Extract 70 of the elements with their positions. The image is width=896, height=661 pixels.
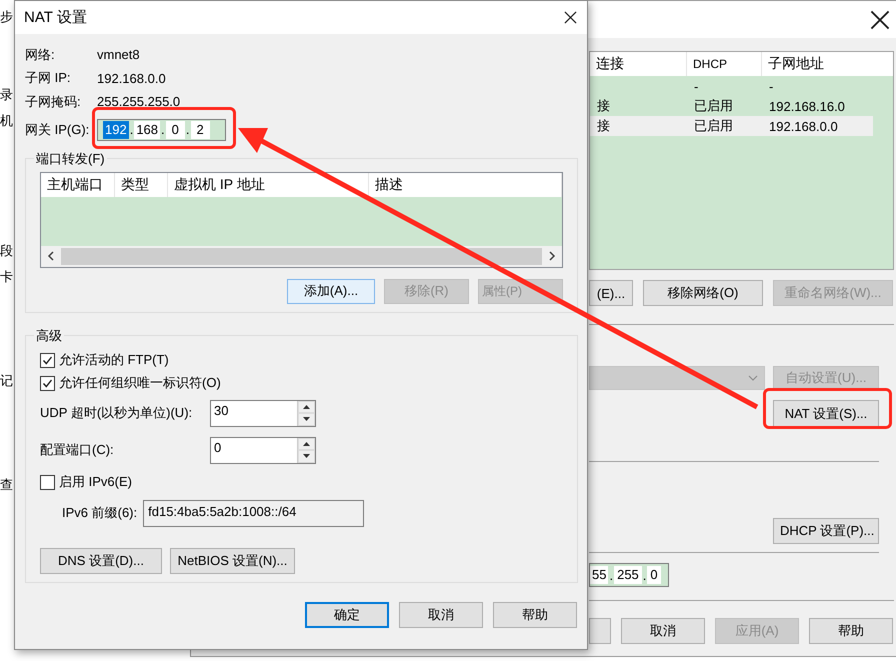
column-header[interactable]: DHCP: [687, 52, 762, 76]
dialog-button[interactable]: 帮助: [809, 618, 893, 644]
document-text: 卡: [0, 268, 14, 286]
dialog-title: NAT 设置: [24, 8, 87, 27]
checkbox[interactable]: [40, 376, 55, 390]
dhcp-settings-button[interactable]: DHCP 设置(P)...: [773, 518, 879, 544]
checkbox-label[interactable]: 启用 IPv6(E): [59, 473, 132, 491]
number-spinner[interactable]: 0: [210, 436, 316, 464]
field-label: 子网掩码:: [25, 92, 81, 111]
table-cell: 接: [597, 98, 610, 113]
button[interactable]: [589, 618, 611, 644]
table-cell-text: 192.168.0.0: [768, 118, 839, 134]
dialog-button[interactable]: 取消: [399, 602, 483, 628]
settings-button[interactable]: NetBIOS 设置(N)...: [170, 548, 295, 574]
field-value: 255.255.255.0: [97, 94, 180, 110]
ipv6-prefix-field[interactable]: fd15:4ba5:5a2b:1008::/64: [143, 500, 364, 526]
column-header[interactable]: 主机端口: [41, 172, 115, 196]
column-header[interactable]: 子网地址: [762, 52, 896, 76]
network-button[interactable]: 移除网络(O): [643, 280, 763, 306]
document-text: 步: [0, 8, 14, 26]
table-action-button[interactable]: 添加(A)...: [287, 278, 375, 304]
close-icon[interactable]: [564, 11, 577, 24]
table-row[interactable]: 接 已启用 192.168.0.0: [590, 116, 873, 136]
field-value: 192.168.0.0: [97, 70, 166, 86]
horizontal-scrollbar[interactable]: [41, 246, 562, 266]
checkbox[interactable]: [40, 474, 55, 490]
subnet-mask-field[interactable]: 55 . 255 . 0: [589, 563, 669, 587]
field-label: UDP 超时(以秒为单位)(U):: [40, 404, 192, 422]
group-title: 端口转发(F): [35, 150, 106, 168]
down-arrow-icon[interactable]: [303, 417, 310, 422]
network-button[interactable]: (E)...: [589, 280, 633, 306]
document-text: 机: [0, 112, 14, 130]
group-title: 高级: [35, 326, 63, 344]
table-row[interactable]: - -: [590, 76, 893, 96]
field-label: 网关 IP(G):: [25, 120, 90, 138]
table-row[interactable]: 接 已启用 192.168.16.0: [590, 96, 893, 116]
up-arrow-icon[interactable]: [303, 404, 310, 409]
table-cell-text: 192.168.16.0: [768, 98, 846, 114]
column-header[interactable]: 虚拟机 IP 地址: [168, 172, 369, 196]
dialog-button[interactable]: 确定: [305, 602, 389, 628]
checkbox[interactable]: [40, 352, 55, 368]
down-arrow-icon[interactable]: [303, 454, 310, 458]
column-header[interactable]: 类型: [115, 172, 168, 196]
document-text: 记: [0, 372, 14, 390]
field-label: 网络:: [25, 46, 55, 64]
chevron-down-icon: [748, 375, 758, 381]
document-text: 段: [0, 242, 14, 260]
table-cell-text: 已启用: [693, 97, 734, 115]
field-label: 子网 IP:: [25, 69, 71, 88]
column-header[interactable]: 描述: [369, 172, 562, 196]
close-icon[interactable]: [870, 10, 890, 30]
table-cell-text: 已启用: [693, 117, 734, 135]
settings-button[interactable]: DNS 设置(D)...: [40, 548, 162, 574]
table-cell: 接: [597, 118, 610, 133]
field-label: IPv6 前缀(6):: [62, 504, 138, 522]
nat-settings-button[interactable]: NAT 设置(S)...: [773, 400, 879, 427]
dialog-button[interactable]: 取消: [621, 618, 705, 644]
column-header[interactable]: 连接: [590, 52, 687, 76]
table-cell-text: -: [768, 78, 774, 94]
field-value: vmnet8: [97, 47, 140, 62]
document-text: 查: [0, 476, 14, 494]
table-cell-text: -: [693, 78, 700, 94]
checkbox-label[interactable]: 允许任何组织唯一标识符(O): [59, 374, 221, 392]
gateway-ip-field[interactable]: 192 . 168 . 0 . 2: [97, 118, 226, 140]
dialog-button[interactable]: 帮助: [493, 602, 577, 628]
field-label: 配置端口(C):: [40, 441, 114, 459]
number-spinner[interactable]: 30: [210, 400, 316, 426]
checkbox-label[interactable]: 允许活动的 FTP(T): [59, 351, 169, 369]
up-arrow-icon[interactable]: [303, 442, 310, 446]
document-text: 录: [0, 86, 14, 104]
